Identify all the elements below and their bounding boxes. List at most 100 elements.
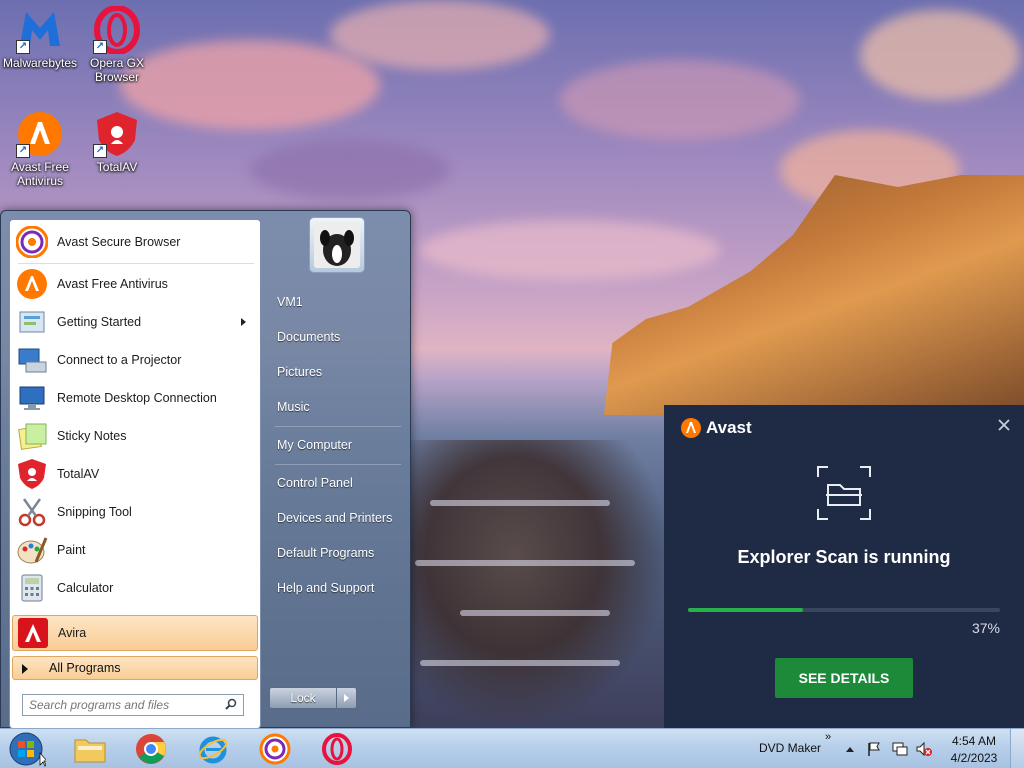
scan-status-message: Explorer Scan is running (737, 547, 951, 567)
desktop-icon-opera-gx[interactable]: ↗ Opera GX Browser (77, 5, 157, 84)
avast-browser-icon (259, 733, 291, 765)
taskbar-avast-browser[interactable] (251, 732, 299, 766)
submenu-arrow-icon (241, 318, 246, 326)
getting-started-icon (16, 306, 48, 338)
lock-button-group: Lock (269, 687, 359, 709)
start-link-pictures[interactable]: Pictures (277, 365, 322, 379)
desktop-icon-label: TotalAV (96, 160, 138, 174)
malwarebytes-icon: ↗ (16, 6, 64, 54)
avast-icon: ↗ (16, 110, 64, 158)
taskbar-internet-explorer[interactable] (189, 732, 237, 766)
show-desktop-button[interactable] (1010, 729, 1024, 768)
folder-scan-icon (817, 466, 871, 520)
start-link-control-panel[interactable]: Control Panel (277, 476, 353, 490)
start-item-totalav[interactable]: TotalAV (12, 456, 258, 492)
start-button[interactable] (6, 731, 46, 767)
opera-icon (322, 733, 352, 765)
clock-time[interactable]: 4:54 AM (949, 734, 999, 748)
search-icon (225, 698, 237, 710)
scan-progress-bar (688, 608, 1000, 612)
start-link-devices-printers[interactable]: Devices and Printers (277, 511, 392, 525)
chrome-icon (136, 734, 166, 764)
start-item-label: TotalAV (57, 467, 100, 481)
desktop-icon-label: Opera GX Browser (89, 56, 145, 84)
start-item-connect-projector[interactable]: Connect to a Projector (12, 342, 258, 378)
start-item-label: Avast Secure Browser (57, 235, 181, 249)
clock-date[interactable]: 4/2/2023 (949, 751, 999, 765)
start-link-music[interactable]: Music (277, 400, 310, 414)
network-icon[interactable] (891, 741, 909, 757)
file-explorer-icon (74, 739, 106, 763)
start-item-avast-free-antivirus[interactable]: Avast Free Antivirus (12, 266, 258, 302)
paint-icon (16, 534, 48, 566)
taskbar: DVD Maker » 4:54 AM 4/2/2023 (0, 728, 1024, 768)
start-item-avira[interactable]: Avira (12, 615, 258, 651)
sea-rocks (410, 440, 670, 728)
scan-progress-fill (688, 608, 804, 612)
start-item-sticky-notes[interactable]: Sticky Notes (12, 418, 258, 454)
dvd-maker-toolbar[interactable]: DVD Maker (759, 741, 821, 755)
avast-browser-icon (15, 225, 49, 259)
avast-logo-icon (681, 418, 701, 438)
scissors-icon (16, 496, 48, 528)
start-link-help-support[interactable]: Help and Support (277, 581, 374, 595)
taskbar-opera[interactable] (313, 732, 361, 766)
see-details-button[interactable]: SEE DETAILS (775, 658, 913, 698)
start-link-user[interactable]: VM1 (277, 295, 303, 309)
desktop-icon-malwarebytes[interactable]: ↗ Malwarebytes (0, 6, 80, 70)
start-item-label: Snipping Tool (57, 505, 132, 519)
expand-arrow-icon (22, 664, 28, 674)
all-programs-button[interactable]: All Programs (12, 656, 258, 680)
user-avatar[interactable] (309, 217, 365, 273)
toolbar-chevron-icon[interactable]: » (825, 731, 831, 743)
desktop-icon-totalav[interactable]: ↗ TotalAV (77, 110, 157, 174)
start-item-snipping-tool[interactable]: Snipping Tool (12, 494, 258, 530)
start-item-paint[interactable]: Paint (12, 532, 258, 568)
totalav-icon (16, 458, 48, 490)
opera-gx-icon: ↗ (93, 5, 141, 55)
avira-icon (17, 617, 49, 649)
internet-explorer-icon (198, 736, 228, 764)
desktop-icon-avast[interactable]: ↗ Avast Free Antivirus (0, 110, 80, 188)
sticky-notes-icon (16, 420, 48, 452)
show-hidden-icons-icon[interactable] (845, 745, 855, 753)
power-options-arrow-button[interactable] (337, 687, 357, 709)
start-item-label: Connect to a Projector (57, 353, 182, 367)
all-programs-label: All Programs (49, 661, 121, 675)
start-item-remote-desktop[interactable]: Remote Desktop Connection (12, 380, 258, 416)
cliff-rocks (604, 175, 1024, 415)
start-item-avast-secure-browser[interactable]: Avast Secure Browser (12, 224, 258, 260)
start-item-label: Remote Desktop Connection (57, 391, 217, 405)
start-item-label: Avast Free Antivirus (57, 277, 168, 291)
avast-brand: Avast (680, 417, 752, 439)
action-center-flag-icon[interactable] (866, 741, 882, 757)
search-placeholder: Search programs and files (29, 698, 170, 712)
avast-icon (16, 268, 48, 300)
start-link-my-computer[interactable]: My Computer (277, 438, 352, 452)
taskbar-chrome[interactable] (127, 732, 175, 766)
start-item-label: Sticky Notes (57, 429, 127, 443)
desktop-icon-label: Avast Free Antivirus (11, 160, 69, 188)
totalav-icon: ↗ (93, 110, 141, 158)
projector-icon (16, 344, 48, 376)
start-menu-programs-pane: Avast Secure Browser Avast Free Antiviru… (9, 219, 261, 729)
volume-muted-icon[interactable] (915, 741, 933, 757)
lock-button[interactable]: Lock (269, 687, 337, 709)
start-search-input[interactable]: Search programs and files (22, 694, 244, 716)
start-item-calculator[interactable]: Calculator (12, 570, 258, 606)
start-link-default-programs[interactable]: Default Programs (277, 546, 374, 560)
start-item-label: Paint (57, 543, 86, 557)
remote-desktop-icon (16, 382, 48, 414)
start-menu: Avast Secure Browser Avast Free Antiviru… (0, 210, 411, 729)
start-item-label: Getting Started (57, 315, 142, 329)
calculator-icon (16, 572, 48, 604)
start-menu-right-pane: VM1 Documents Pictures Music My Computer… (267, 211, 410, 729)
close-icon[interactable] (996, 417, 1012, 433)
start-item-label: Avira (58, 626, 87, 640)
start-link-documents[interactable]: Documents (277, 330, 340, 344)
avast-brand-label: Avast (706, 418, 752, 437)
desktop-icon-label: Malwarebytes (2, 56, 78, 70)
start-item-getting-started[interactable]: Getting Started (12, 304, 258, 340)
taskbar-file-explorer[interactable] (66, 732, 114, 766)
start-item-label: Calculator (57, 581, 114, 595)
